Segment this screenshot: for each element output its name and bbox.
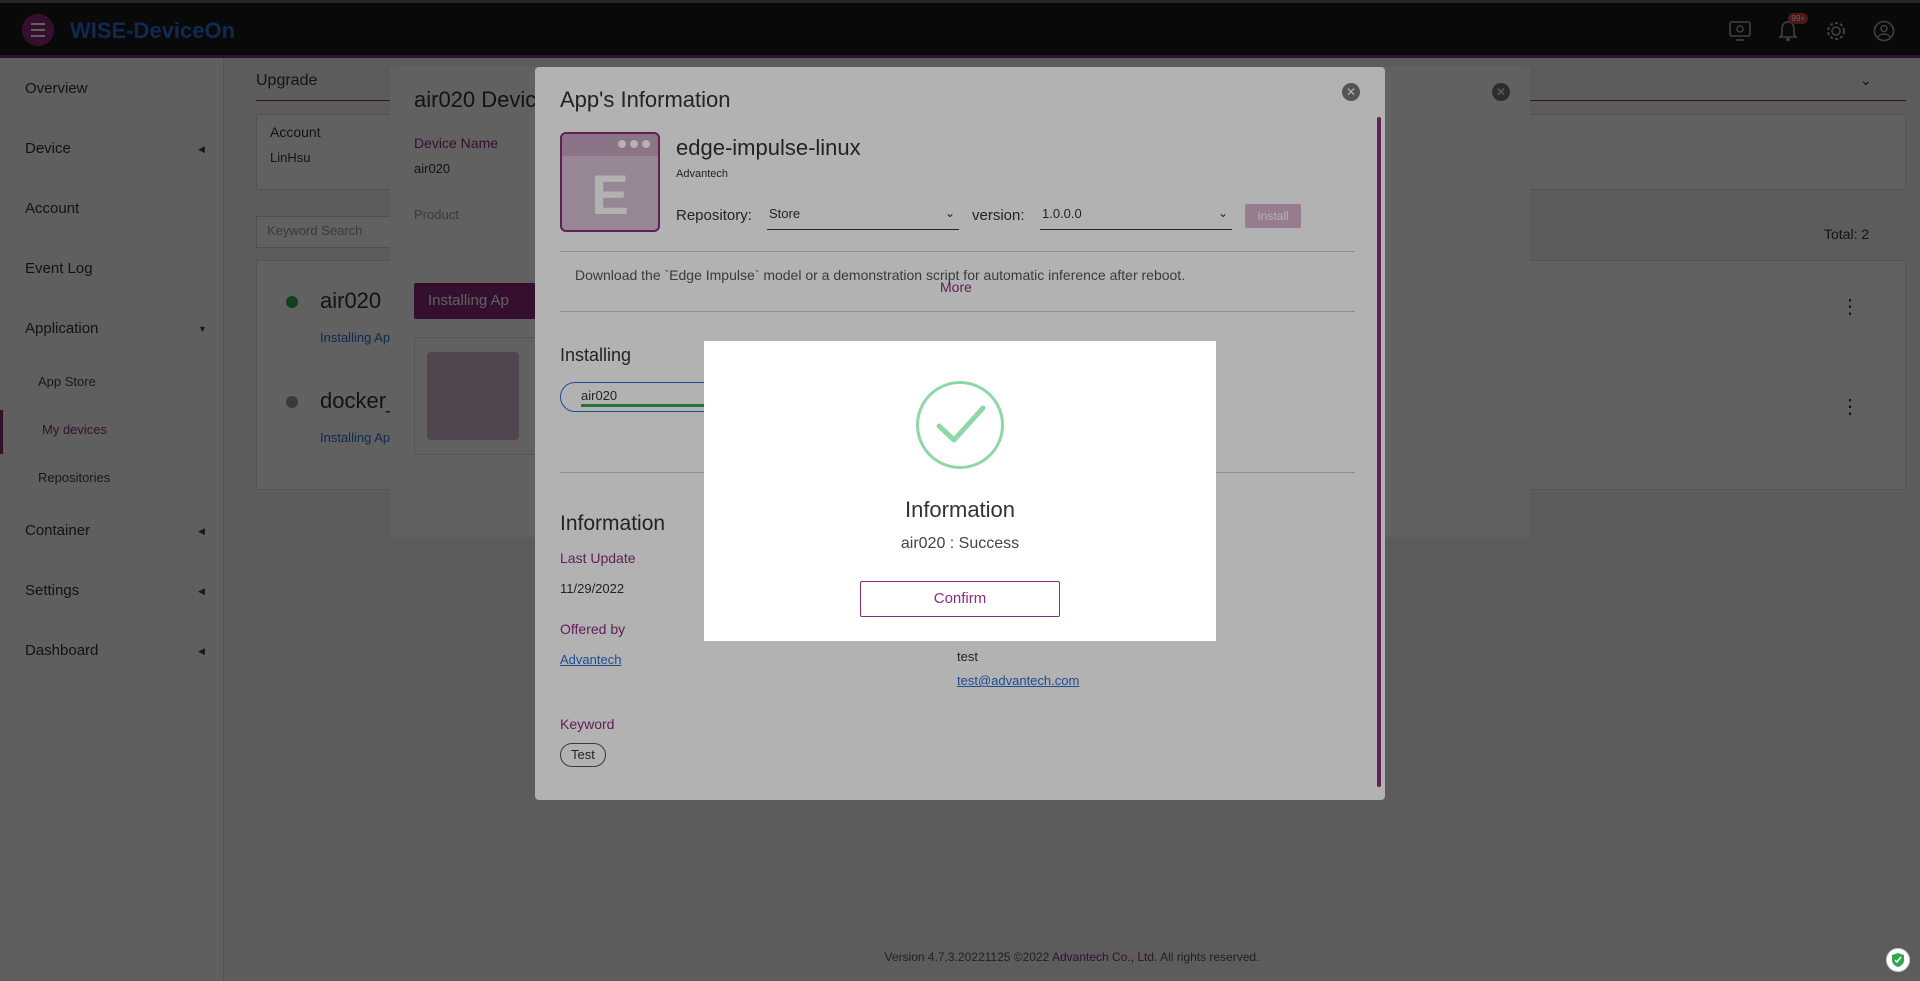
success-check-icon [916,381,1004,469]
success-modal: Information air020 : Success Confirm [704,341,1216,641]
shield-icon[interactable] [1886,948,1910,972]
confirm-button[interactable]: Confirm [860,581,1060,617]
modal-title: Information [904,497,1016,522]
modal-message: air020 : Success [900,535,1020,552]
